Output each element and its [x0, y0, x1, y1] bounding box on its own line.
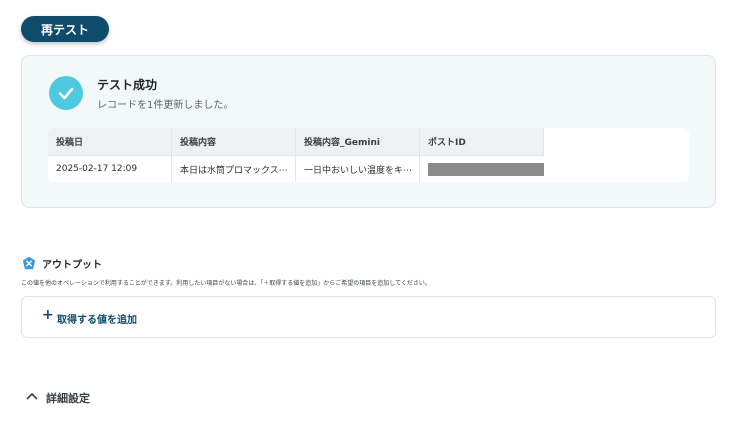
check-circle-icon — [49, 76, 83, 110]
table-cell: 本日は水筒プロマックス⋯ — [172, 156, 296, 182]
result-title: テスト成功 — [97, 78, 158, 92]
table-header-row: 投稿日 投稿内容 投稿内容_Gemini ポストID — [48, 128, 544, 155]
table-cell-masked — [420, 156, 544, 182]
retest-button[interactable]: 再テスト — [21, 16, 109, 42]
result-subtitle: レコードを1件更新しました。 — [97, 100, 234, 111]
add-output-value-label: 取得する値を追加 — [57, 315, 137, 326]
column-header: 投稿内容_Gemini — [296, 128, 420, 155]
redacted-value-bar — [428, 162, 544, 176]
add-output-value-button[interactable]: + 取得する値を追加 — [21, 296, 716, 338]
test-result-card: テスト成功 レコードを1件更新しました。 投稿日 投稿内容 投稿内容_Gemin… — [21, 55, 716, 208]
table-cell: 一日中おいしい温度をキ⋯ — [296, 156, 420, 182]
table-row: 2025-02-17 12:09 本日は水筒プロマックス⋯ 一日中おいしい温度を… — [48, 155, 544, 182]
column-header: ポストID — [420, 128, 544, 155]
detail-settings-toggle[interactable]: 詳細設定 — [26, 388, 106, 406]
output-description: この値を他のオペレーションで利用することができます。利用したい項目がない場合は、… — [21, 280, 431, 287]
detail-settings-label: 詳細設定 — [46, 392, 90, 405]
output-section-title: アウトプット — [42, 260, 102, 271]
output-badge-icon — [22, 256, 36, 270]
column-header: 投稿内容 — [172, 128, 296, 155]
column-header: 投稿日 — [48, 128, 172, 155]
table-cell: 2025-02-17 12:09 — [48, 156, 172, 182]
result-table: 投稿日 投稿内容 投稿内容_Gemini ポストID 2025-02-17 12… — [48, 128, 689, 182]
chevron-up-icon — [26, 393, 38, 400]
plus-icon: + — [42, 307, 54, 323]
